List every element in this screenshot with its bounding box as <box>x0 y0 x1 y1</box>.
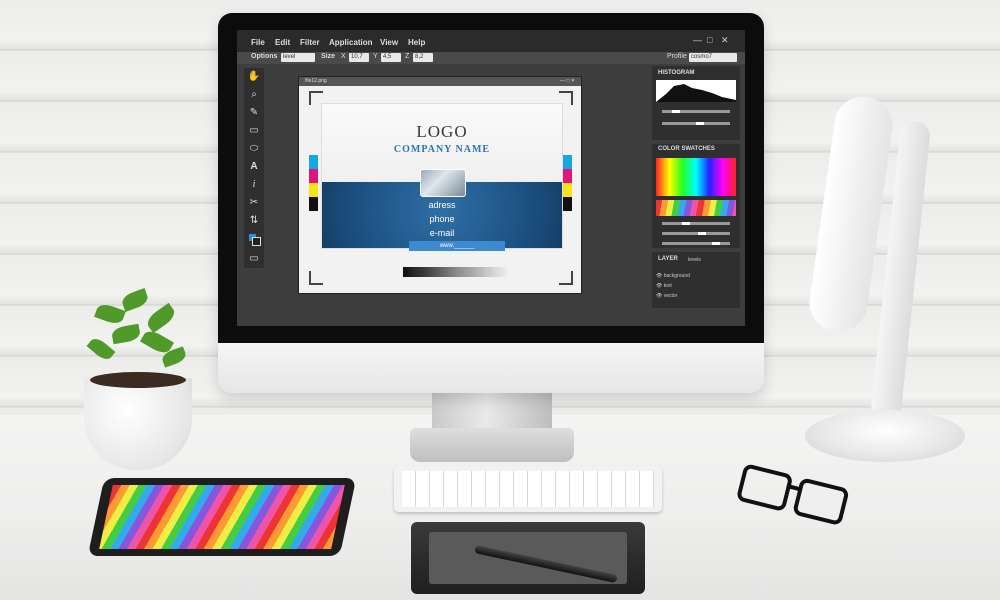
color-swatches-panel: COLOR SWATCHES <box>652 144 740 248</box>
color-swatch-icon[interactable] <box>247 232 261 246</box>
options-select[interactable]: level <box>281 53 315 62</box>
tool-panel: ✋ ⌕ ✎ ▭ ⬭ A i ✂ ⇅ ▭ <box>244 68 264 268</box>
x-field[interactable]: 10,7 <box>349 53 369 62</box>
document-window-controls[interactable]: — □ ✕ <box>560 77 575 86</box>
menu-help[interactable]: Help <box>408 38 425 47</box>
size-label: Size <box>321 53 336 60</box>
layer-row[interactable]: 👁 text <box>656 282 732 290</box>
cmyk-color-bar-left <box>309 155 318 211</box>
eye-icon[interactable]: 👁 <box>656 283 662 289</box>
profile-label: Profile <box>667 53 687 60</box>
color-spectrum[interactable] <box>656 158 736 196</box>
options-bar: Options level Size X 10,7 Y 4,5 Z 8,2 Pr… <box>237 52 745 64</box>
layer-row[interactable]: 👁 vector <box>656 292 732 300</box>
histogram-graph <box>656 80 736 102</box>
plant-leaves <box>82 288 192 382</box>
business-card: LOGO COMPANY NAME adress phone e-mail <box>321 103 563 249</box>
italic-text-icon[interactable]: i <box>247 178 261 192</box>
options-label: Options <box>251 53 278 60</box>
menu-edit[interactable]: Edit <box>275 38 290 47</box>
layer-title: LAYER <box>658 256 678 262</box>
z-field[interactable]: 8,2 <box>413 53 433 62</box>
gradient-icon[interactable]: ▭ <box>247 252 261 266</box>
menu-filter[interactable]: Filter <box>300 38 320 47</box>
color-slider-knob[interactable] <box>712 242 720 245</box>
menu-file[interactable]: File <box>251 38 265 47</box>
layer-mode[interactable]: levels <box>688 257 701 263</box>
screen: File Edit Filter Application View Help —… <box>237 30 745 326</box>
y-label: Y <box>373 53 378 60</box>
close-icon[interactable]: ✕ <box>721 35 729 46</box>
z-label: Z <box>405 53 410 60</box>
card-company-name: COMPANY NAME <box>393 144 491 155</box>
color-slider-knob[interactable] <box>682 222 690 225</box>
keyboard <box>394 466 662 512</box>
swap-icon[interactable]: ⇅ <box>247 214 261 228</box>
eye-icon[interactable]: 👁 <box>656 273 662 279</box>
swatch-grid[interactable] <box>656 200 736 216</box>
monitor-stand-neck <box>432 392 552 432</box>
card-address: adress <box>428 200 456 210</box>
rectangle-icon[interactable]: ▭ <box>247 124 261 138</box>
menu-view[interactable]: View <box>380 38 398 47</box>
card-photo-thumbnail <box>420 169 466 197</box>
histogram-panel: HISTOGRAM <box>652 66 740 140</box>
card-logo: LOGO <box>416 122 468 141</box>
color-slider[interactable] <box>662 232 730 235</box>
y-field[interactable]: 4,5 <box>381 53 401 62</box>
document-title-bar: file12.png — □ ✕ <box>299 77 581 86</box>
layer-row[interactable]: 👁 background <box>656 272 732 280</box>
eye-icon[interactable]: 👁 <box>656 293 662 299</box>
tablet-device <box>87 478 357 556</box>
color-slider[interactable] <box>662 222 730 225</box>
crop-mark <box>309 271 323 285</box>
brush-icon[interactable]: ✎ <box>247 106 261 120</box>
layer-name: background <box>663 273 690 279</box>
menu-bar: File Edit Filter Application View Help —… <box>237 30 745 52</box>
card-website: www.______ <box>409 241 505 251</box>
layer-name: text <box>663 283 672 289</box>
zoom-icon[interactable]: ⌕ <box>247 88 261 102</box>
cmyk-color-bar-right <box>563 155 572 211</box>
scissors-icon[interactable]: ✂ <box>247 196 261 210</box>
crop-mark <box>559 271 573 285</box>
color-slider-knob[interactable] <box>698 232 706 235</box>
grayscale-ramp <box>403 267 507 277</box>
x-label: X <box>341 53 346 60</box>
document-window: file12.png — □ ✕ LOGO COMPANY NAME adres… <box>299 77 581 293</box>
histogram-title: HISTOGRAM <box>658 70 695 76</box>
monitor-chin <box>218 343 764 393</box>
maximize-icon[interactable]: □ <box>707 35 712 45</box>
text-icon[interactable]: A <box>247 160 261 174</box>
swatches-title: COLOR SWATCHES <box>658 146 715 152</box>
histogram-slider-knob[interactable] <box>672 110 680 113</box>
keyboard-keys <box>402 471 654 507</box>
hand-icon[interactable]: ✋ <box>247 70 261 84</box>
card-phone: phone <box>429 214 455 224</box>
desk-lamp-base <box>805 410 965 462</box>
menu-application[interactable]: Application <box>329 38 373 47</box>
monitor-stand-base <box>410 428 574 462</box>
profile-field[interactable]: cosmo7 <box>689 53 737 62</box>
card-email: e-mail <box>429 228 455 238</box>
ellipse-icon[interactable]: ⬭ <box>247 142 261 156</box>
layer-panel: LAYER levels 👁 background 👁 text 👁 vecto… <box>652 252 740 308</box>
minimize-icon[interactable]: — <box>693 35 702 45</box>
histogram-slider-knob[interactable] <box>696 122 704 125</box>
layer-name: vector <box>663 293 678 299</box>
tablet-color-chart <box>99 485 345 549</box>
document-title: file12.png <box>305 78 327 84</box>
